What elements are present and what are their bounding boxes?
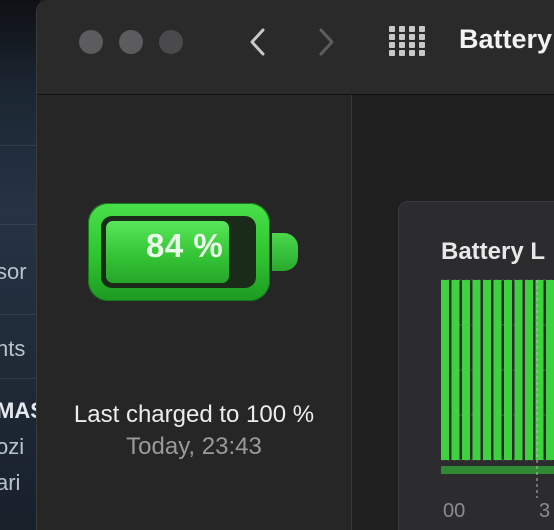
divider [0, 224, 40, 225]
background-text: ari [0, 470, 21, 495]
battery-percent: 84 % [146, 227, 224, 264]
battery-level-chart [441, 278, 554, 498]
last-charged-text: Last charged to 100 % [73, 401, 315, 428]
close-button[interactable] [79, 30, 103, 54]
chart-bar [493, 280, 502, 460]
background-app-sidebar: sor nts MAS ozi ari [0, 0, 40, 530]
chevron-right-icon [319, 28, 334, 56]
background-text: MAS [0, 398, 40, 423]
main-content: Battery L 00 3 [352, 95, 554, 530]
chart-svg [441, 279, 554, 498]
divider [0, 314, 40, 315]
forward-button[interactable] [311, 24, 341, 60]
chart-bar [483, 280, 491, 460]
battery-icon: 84 % [88, 203, 298, 301]
chart-bar [472, 280, 481, 460]
window-title: Battery [459, 24, 553, 54]
settings-window: Battery 84 % Last charged to 100 % Today… [36, 0, 554, 530]
background-text: ozi [0, 434, 25, 459]
titlebar: Battery [37, 0, 554, 95]
show-all-button[interactable] [389, 26, 429, 58]
battery-level-card: Battery L 00 3 [398, 201, 554, 530]
chart-bar [504, 280, 512, 460]
chart-bar [441, 280, 449, 460]
chevron-left-icon [250, 28, 265, 56]
chart-bar [525, 280, 533, 460]
divider [0, 145, 40, 146]
chart-bar [462, 280, 470, 460]
battery-tip [272, 233, 298, 271]
divider [0, 378, 40, 379]
battery-summary-panel: 84 % Last charged to 100 % Today, 23:43 [37, 95, 352, 530]
chart-bar [514, 280, 523, 460]
zoom-button[interactable] [159, 30, 183, 54]
chart-bar [451, 280, 460, 460]
last-charged-time: Today, 23:43 [126, 433, 262, 460]
chart-bar [546, 280, 554, 460]
chart-title: Battery L [441, 238, 546, 265]
background-text: nts [0, 336, 26, 361]
x-tick-label: 00 [443, 500, 466, 522]
x-tick-label: 3 [539, 500, 551, 522]
background-text: sor [0, 259, 27, 284]
back-button[interactable] [243, 24, 273, 60]
minimize-button[interactable] [119, 30, 143, 54]
